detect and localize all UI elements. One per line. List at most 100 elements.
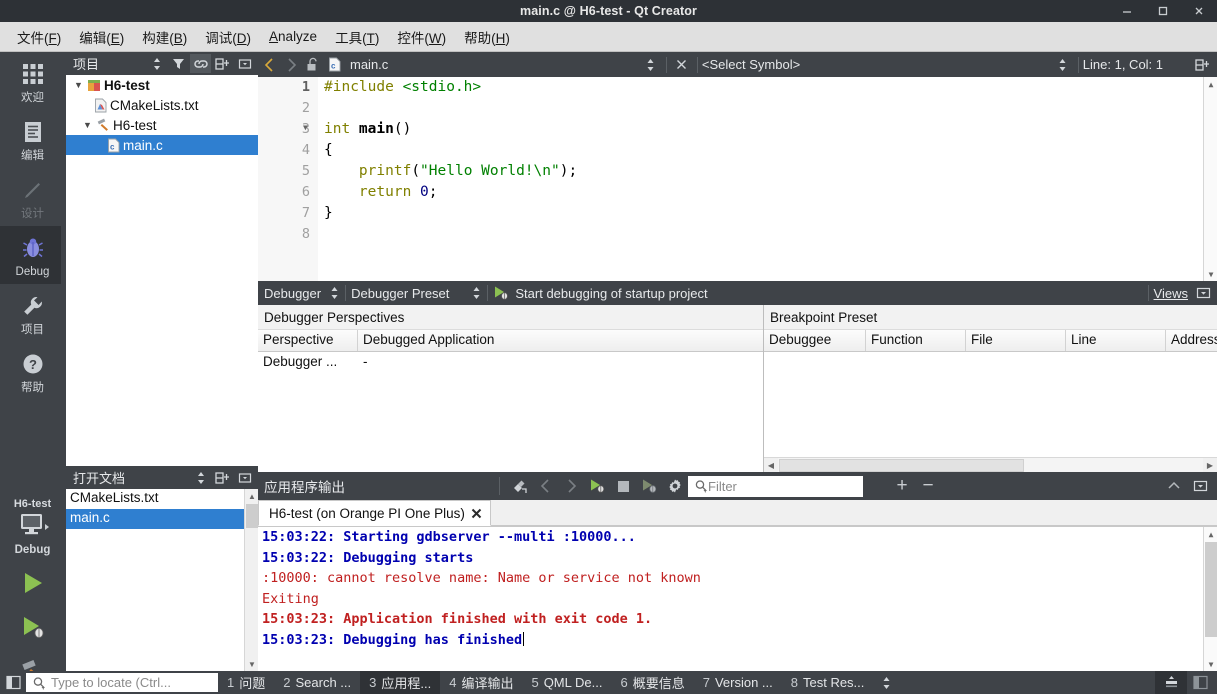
mode-edit[interactable]: 编辑: [0, 110, 66, 168]
chevron-up-icon[interactable]: [1161, 474, 1187, 498]
column-header[interactable]: Address: [1166, 330, 1217, 351]
progress-icon[interactable]: [1155, 671, 1187, 694]
views-button[interactable]: Views: [1154, 286, 1196, 301]
menu-debug[interactable]: 调试(D): [196, 23, 260, 51]
scroll-right-icon[interactable]: ▶: [1203, 458, 1217, 473]
scrollbar-thumb[interactable]: [779, 459, 1024, 472]
scroll-down-icon[interactable]: ▼: [1204, 657, 1217, 671]
clear-icon[interactable]: [506, 474, 532, 498]
column-header[interactable]: Debugged Application: [358, 330, 763, 351]
list-item[interactable]: main.c: [66, 509, 258, 529]
scroll-down-icon[interactable]: ▼: [1204, 267, 1217, 281]
statusbar-tab-test-results[interactable]: 8 Test Res...: [782, 671, 874, 694]
open-documents-scrollbar[interactable]: ▲ ▼: [244, 489, 259, 671]
scroll-up-icon[interactable]: ▲: [1204, 77, 1217, 91]
zoom-out-button[interactable]: −: [915, 474, 941, 498]
scroll-down-icon[interactable]: ▼: [245, 657, 259, 671]
play-bug-icon[interactable]: [493, 285, 509, 301]
unlock-icon[interactable]: [302, 54, 324, 76]
output-scrollbar[interactable]: ▲ ▼: [1203, 527, 1217, 671]
chevron-down-icon[interactable]: ▼: [72, 80, 85, 90]
debug-button[interactable]: [0, 606, 66, 650]
menu-file[interactable]: 文件(F): [8, 23, 70, 51]
mode-help[interactable]: ? 帮助: [0, 342, 66, 400]
code-lines[interactable]: #include <stdio.h> int main() { printf("…: [318, 77, 1217, 281]
scroll-up-icon[interactable]: ▲: [245, 489, 259, 503]
breakpoint-preset-hscrollbar[interactable]: ◀ ▶: [764, 457, 1217, 473]
tree-row-build-target[interactable]: ▼ H6-test: [66, 115, 258, 135]
maximize-button[interactable]: [1145, 0, 1181, 22]
editor-scrollbar[interactable]: ▲ ▼: [1203, 77, 1217, 281]
close-x-icon[interactable]: [471, 508, 482, 519]
kit-selector[interactable]: H6-test Debug: [0, 498, 66, 562]
filter-input[interactable]: Filter: [688, 475, 863, 497]
minimize-button[interactable]: [1109, 0, 1145, 22]
statusbar-tab-version-control[interactable]: 7 Version ...: [694, 671, 782, 694]
updown-arrows-icon[interactable]: [1052, 54, 1074, 76]
settings-gear-icon[interactable]: [662, 474, 688, 498]
project-tree[interactable]: ▼ H6-test CMakeLists.txt ▼ H6-test c mai…: [66, 75, 258, 464]
editor-filename[interactable]: main.c: [350, 57, 388, 72]
updown-arrows-icon[interactable]: [329, 286, 340, 300]
statusbar-tab-search[interactable]: 2 Search ...: [274, 671, 360, 694]
dropdown-box-icon[interactable]: [1196, 286, 1217, 300]
dropdown-box-icon[interactable]: [1187, 474, 1213, 498]
statusbar-tab-application-output[interactable]: 3 应用程...: [360, 671, 441, 694]
tree-row-mainc[interactable]: c main.c: [66, 135, 258, 155]
mode-projects[interactable]: 项目: [0, 284, 66, 342]
statusbar-tab-compile-output[interactable]: 4 编译输出: [440, 671, 522, 694]
locator-input[interactable]: Type to locate (Ctrl...: [26, 673, 218, 692]
menu-edit[interactable]: 编辑(E): [70, 23, 133, 51]
link-icon[interactable]: [190, 54, 211, 73]
debugger-preset-label[interactable]: Debugger Preset: [351, 286, 449, 301]
list-item[interactable]: CMakeLists.txt: [66, 489, 258, 509]
split-icon[interactable]: [212, 54, 233, 73]
statusbar-tab-general-messages[interactable]: 6 概要信息: [611, 671, 693, 694]
statusbar-tab-qml-debugger[interactable]: 5 QML De...: [522, 671, 611, 694]
symbol-selector[interactable]: <Select Symbol>: [702, 57, 800, 72]
menu-help[interactable]: 帮助(H): [455, 23, 519, 51]
split-icon[interactable]: [1191, 54, 1213, 76]
filter-icon[interactable]: [168, 54, 189, 73]
start-debugging-label[interactable]: Start debugging of startup project: [509, 286, 707, 301]
column-header[interactable]: File: [966, 330, 1066, 351]
statusbar-tab-issues[interactable]: 1 问题: [218, 671, 274, 694]
close-button[interactable]: [1181, 0, 1217, 22]
close-pane-icon[interactable]: [234, 468, 255, 487]
scroll-up-icon[interactable]: ▲: [1204, 527, 1217, 541]
output-tab[interactable]: H6-test (on Orange PI One Plus): [258, 500, 491, 526]
debugger-perspective-label[interactable]: Debugger: [258, 286, 321, 301]
chevron-left-icon[interactable]: [258, 54, 280, 76]
sync-selection-icon[interactable]: [190, 468, 211, 487]
updown-arrows-icon[interactable]: [640, 54, 662, 76]
code-editor[interactable]: 1 2 3 4 5 6 7 8 ▼ #include <stdio.h> int…: [258, 77, 1217, 281]
sync-selection-icon[interactable]: [146, 54, 167, 73]
run-icon[interactable]: [584, 474, 610, 498]
column-header[interactable]: Function: [866, 330, 966, 351]
scrollbar-thumb[interactable]: [246, 504, 258, 528]
menu-widgets[interactable]: 控件(W): [388, 23, 455, 51]
chevron-down-icon[interactable]: ▼: [81, 120, 94, 130]
application-output-text[interactable]: 15:03:22: Starting gdbserver --multi :10…: [258, 527, 1217, 671]
column-header[interactable]: Perspective: [258, 330, 358, 351]
close-icon[interactable]: [671, 54, 693, 76]
mode-welcome[interactable]: 欢迎: [0, 52, 66, 110]
tree-row-cmakelists[interactable]: CMakeLists.txt: [66, 95, 258, 115]
menu-tools[interactable]: 工具(T): [326, 23, 388, 51]
stop-icon[interactable]: [610, 474, 636, 498]
right-sidebar-toggle-icon[interactable]: [1187, 671, 1213, 694]
split-icon[interactable]: [212, 468, 233, 487]
open-documents-list[interactable]: CMakeLists.txt main.c ▲ ▼: [66, 489, 259, 671]
zoom-in-button[interactable]: +: [889, 474, 915, 498]
sidebar-toggle-icon[interactable]: [0, 671, 26, 694]
updown-arrows-icon[interactable]: [471, 286, 482, 300]
column-header[interactable]: Line: [1066, 330, 1166, 351]
run-button[interactable]: [0, 562, 66, 606]
updown-arrows-icon[interactable]: [873, 671, 899, 694]
menu-analyze[interactable]: Analyze: [260, 25, 326, 48]
column-header[interactable]: Debuggee: [764, 330, 866, 351]
mode-debug[interactable]: Debug: [0, 226, 66, 284]
tree-row-project[interactable]: ▼ H6-test: [66, 75, 258, 95]
table-row[interactable]: Debugger ... -: [258, 352, 763, 373]
scrollbar-thumb[interactable]: [1205, 542, 1217, 637]
